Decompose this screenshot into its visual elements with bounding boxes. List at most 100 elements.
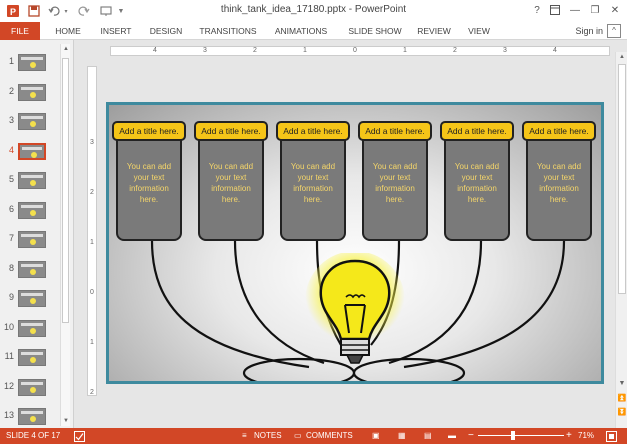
text-card[interactable]: You can add your text information here. A… xyxy=(358,121,432,243)
slide-thumbnail[interactable] xyxy=(18,231,46,248)
slide-thumbnail-number: 1 xyxy=(8,56,14,66)
undo-icon[interactable] xyxy=(46,3,62,19)
slide-thumbnail-number: 6 xyxy=(8,203,14,214)
status-bar: SLIDE 4 OF 17 ≡ NOTES ▭ COMMENTS ▣ ▦ ▤ ▬… xyxy=(0,428,627,444)
start-from-beginning-icon[interactable] xyxy=(98,3,114,19)
ribbon-display-options-icon[interactable] xyxy=(546,2,564,18)
minimize-button[interactable]: — xyxy=(566,2,584,18)
ruler-tick-label: 0 xyxy=(90,289,94,296)
slide-thumbnail[interactable] xyxy=(18,349,46,366)
next-slide-icon[interactable]: ⏬ xyxy=(616,408,627,419)
customize-qat-icon[interactable]: ▼ xyxy=(116,3,126,19)
collapse-ribbon-button[interactable]: ^ xyxy=(607,24,621,38)
card-body[interactable]: You can add your text information here. xyxy=(444,131,510,241)
slide-thumbnail[interactable] xyxy=(18,290,46,307)
card-body[interactable]: You can add your text information here. xyxy=(198,131,264,241)
ruler-tick-label: 2 xyxy=(453,47,457,54)
zoom-out-button[interactable]: − xyxy=(468,428,474,444)
notes-button[interactable]: NOTES xyxy=(254,428,282,444)
scroll-up-icon[interactable]: ▲ xyxy=(616,52,627,62)
card-text-placeholder[interactable]: You can add your text information here. xyxy=(202,161,260,205)
slide-thumbnail-number: 2 xyxy=(8,85,14,96)
light-bulb-icon xyxy=(305,253,405,364)
slide-thumbnail-number: 4 xyxy=(8,144,14,155)
previous-slide-icon[interactable]: ⏫ xyxy=(616,394,627,405)
card-body[interactable]: You can add your text information here. xyxy=(362,131,428,241)
tab-insert[interactable]: INSERT xyxy=(96,22,136,40)
comments-icon[interactable]: ▭ xyxy=(294,428,302,444)
slide-scrollbar[interactable]: ▲ ▼ ⏫ ⏬ xyxy=(615,52,627,428)
card-body[interactable]: You can add your text information here. xyxy=(116,131,182,241)
undo-dropdown-icon[interactable]: ▾ xyxy=(62,3,70,19)
card-body[interactable]: You can add your text information here. xyxy=(526,131,592,241)
tab-slide-show[interactable]: SLIDE SHOW xyxy=(342,22,408,40)
ruler-tick-label: 1 xyxy=(90,239,94,246)
text-card[interactable]: You can add your text information here. A… xyxy=(276,121,350,243)
zoom-in-button[interactable]: + xyxy=(566,428,572,444)
tab-file[interactable]: FILE xyxy=(0,22,40,40)
vertical-ruler: 3210123 xyxy=(87,66,97,444)
slide-thumbnail[interactable] xyxy=(18,54,46,71)
close-button[interactable]: ✕ xyxy=(606,2,624,18)
comments-button[interactable]: COMMENTS xyxy=(306,428,353,444)
reading-view-icon[interactable]: ▤ xyxy=(424,428,432,444)
slide-thumbnail[interactable] xyxy=(18,142,46,160)
help-button[interactable]: ? xyxy=(528,2,546,18)
slide-thumbnail[interactable] xyxy=(18,319,46,337)
card-text-placeholder[interactable]: You can add your text information here. xyxy=(284,161,342,205)
thumbnails-scroll-thumb[interactable] xyxy=(62,58,69,323)
tab-home[interactable]: HOME xyxy=(50,22,86,40)
text-card[interactable]: You can add your text information here. A… xyxy=(522,121,596,243)
ruler-tick-label: 4 xyxy=(553,47,557,54)
slide-thumbnail[interactable] xyxy=(18,113,46,130)
slide-sorter-icon[interactable]: ▦ xyxy=(398,428,406,444)
scroll-down-icon[interactable]: ▼ xyxy=(61,416,71,426)
card-body[interactable]: You can add your text information here. xyxy=(280,131,346,241)
redo-icon[interactable] xyxy=(76,3,92,19)
notes-icon[interactable]: ≡ xyxy=(242,428,247,444)
card-text-placeholder[interactable]: You can add your text information here. xyxy=(448,161,506,205)
scroll-down-icon[interactable]: ▼ xyxy=(616,380,627,391)
slide-thumbnail[interactable] xyxy=(18,172,46,189)
card-title-placeholder[interactable]: Add a title here. xyxy=(358,121,432,141)
spell-check-icon[interactable] xyxy=(74,428,85,444)
slide-canvas[interactable]: You can add your text information here. A… xyxy=(106,102,604,384)
text-card[interactable]: You can add your text information here. A… xyxy=(440,121,514,243)
card-text-placeholder[interactable]: You can add your text information here. xyxy=(366,161,424,205)
thumbnails-scrollbar[interactable]: ▲ ▼ xyxy=(60,44,70,426)
tab-animations[interactable]: ANIMATIONS xyxy=(268,22,334,40)
slide-scroll-thumb[interactable] xyxy=(618,64,626,294)
slide-thumbnail-number: 9 xyxy=(8,292,14,302)
slide-show-icon[interactable]: ▬ xyxy=(448,428,456,444)
card-title-placeholder[interactable]: Add a title here. xyxy=(440,121,514,141)
card-title-placeholder[interactable]: Add a title here. xyxy=(522,121,596,141)
fit-slide-icon[interactable] xyxy=(606,428,617,444)
text-card[interactable]: You can add your text information here. A… xyxy=(194,121,268,243)
powerpoint-icon[interactable]: P xyxy=(4,3,22,19)
slide-thumbnail[interactable] xyxy=(18,260,46,278)
tab-transitions[interactable]: TRANSITIONS xyxy=(196,22,260,40)
restore-button[interactable]: ❐ xyxy=(586,2,604,18)
slide-thumbnail[interactable] xyxy=(18,378,46,396)
zoom-slider[interactable] xyxy=(478,435,564,436)
sign-in-link[interactable]: Sign in xyxy=(575,22,603,40)
ruler-tick-label: 1 xyxy=(403,47,407,54)
card-text-placeholder[interactable]: You can add your text information here. xyxy=(120,161,178,205)
slide-thumbnail[interactable] xyxy=(18,201,46,219)
card-text-placeholder[interactable]: You can add your text information here. xyxy=(530,161,588,205)
save-icon[interactable] xyxy=(26,3,42,19)
normal-view-icon[interactable]: ▣ xyxy=(372,428,380,444)
zoom-slider-knob[interactable] xyxy=(510,431,515,440)
scroll-up-icon[interactable]: ▲ xyxy=(61,44,71,54)
slide-thumbnail[interactable] xyxy=(18,408,46,425)
text-card[interactable]: You can add your text information here. A… xyxy=(112,121,186,243)
ruler-tick-label: 2 xyxy=(253,47,257,54)
tab-design[interactable]: DESIGN xyxy=(146,22,186,40)
slide-thumbnail[interactable] xyxy=(18,83,46,101)
card-title-placeholder[interactable]: Add a title here. xyxy=(194,121,268,141)
card-title-placeholder[interactable]: Add a title here. xyxy=(276,121,350,141)
zoom-level[interactable]: 71% xyxy=(578,428,594,444)
tab-review[interactable]: REVIEW xyxy=(412,22,456,40)
card-title-placeholder[interactable]: Add a title here. xyxy=(112,121,186,141)
tab-view[interactable]: VIEW xyxy=(462,22,496,40)
